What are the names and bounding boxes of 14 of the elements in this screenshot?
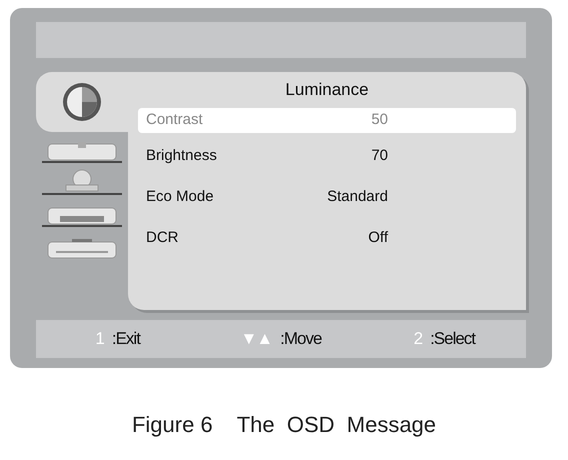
menu-tab[interactable]	[36, 72, 128, 132]
menu-item[interactable]: Contrast 50	[138, 108, 516, 133]
key-action: :Exit	[112, 328, 140, 350]
menu-item[interactable]: DCR Off	[138, 220, 516, 256]
panel-title: Luminance	[284, 78, 370, 101]
menu-item[interactable]: Brightness 70	[138, 138, 516, 174]
key-label: 1	[95, 328, 104, 350]
key-action: :Select	[430, 328, 476, 350]
key-action: :Move	[280, 328, 322, 350]
sphere-icon	[42, 168, 122, 196]
menu-item[interactable]: Eco Mode Standard	[138, 180, 516, 215]
key-label: 2	[414, 328, 422, 350]
key-label: ▼▲	[240, 328, 272, 350]
figure-caption: Figure 6 The OSD Message	[130, 411, 438, 439]
